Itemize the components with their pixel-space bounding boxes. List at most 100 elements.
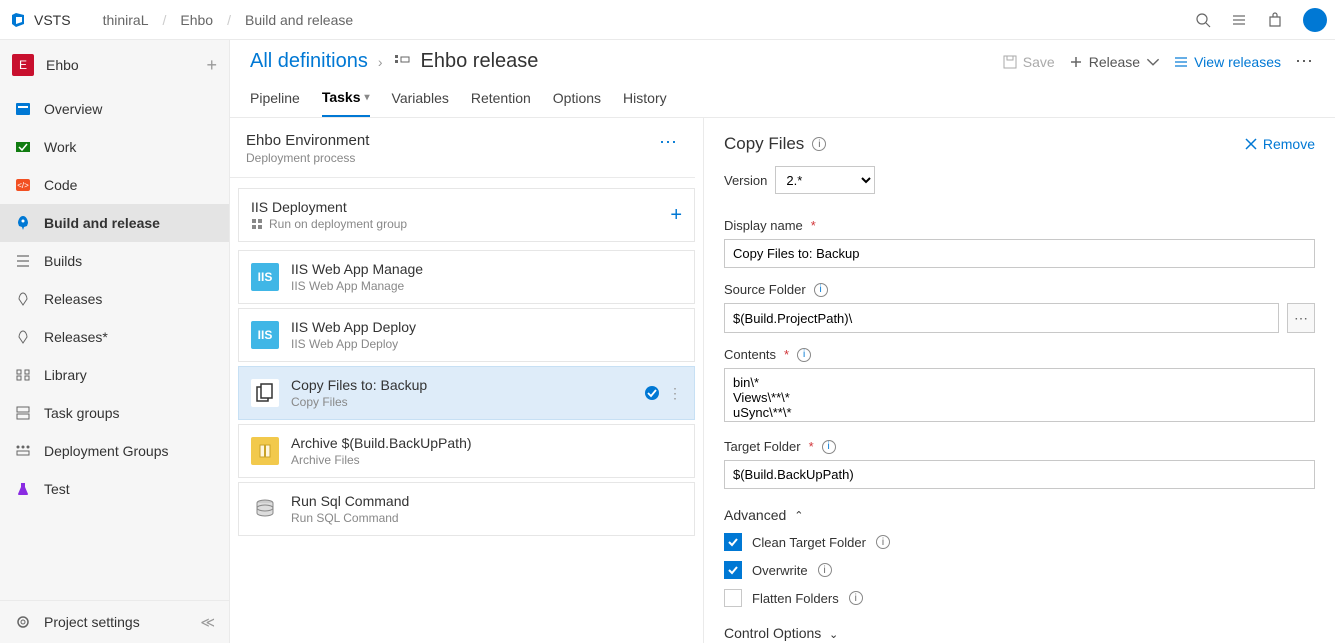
copy-files-icon xyxy=(251,379,279,407)
sidebar-item-label: Builds xyxy=(44,253,82,269)
collapse-icon[interactable]: ≪ xyxy=(200,614,215,631)
sidebar-item-library[interactable]: Library xyxy=(0,356,229,394)
chevron-right-icon: › xyxy=(378,54,383,70)
sidebar-item-label: Test xyxy=(44,481,70,497)
sidebar-item-releases[interactable]: Releases xyxy=(0,280,229,318)
source-folder-label: Source Folder i xyxy=(724,282,1315,297)
environment-header[interactable]: Ehbo Environment Deployment process ⋯ xyxy=(230,118,695,178)
clean-target-checkbox[interactable] xyxy=(724,533,742,551)
clean-target-label: Clean Target Folder xyxy=(752,535,866,550)
tab-bar: Pipeline Tasks▾ Variables Retention Opti… xyxy=(230,73,1335,118)
sidebar-item-work[interactable]: Work xyxy=(0,128,229,166)
code-icon: </> xyxy=(14,176,32,194)
breadcrumb-item[interactable]: Ehbo xyxy=(180,12,213,28)
project-header[interactable]: E Ehbo + xyxy=(0,40,229,90)
archive-icon xyxy=(251,437,279,465)
close-icon xyxy=(1245,138,1257,150)
sidebar-item-deployment-groups[interactable]: Deployment Groups xyxy=(0,432,229,470)
tab-options[interactable]: Options xyxy=(553,89,601,117)
search-icon[interactable] xyxy=(1195,12,1211,28)
environment-subtitle: Deployment process xyxy=(246,151,369,165)
sidebar-item-builds[interactable]: Builds xyxy=(0,242,229,280)
breadcrumb: thiniraL / Ehbo / Build and release xyxy=(103,12,354,28)
drag-handle-icon[interactable]: ⋮ xyxy=(668,385,682,402)
sidebar-item-releases-star[interactable]: Releases* xyxy=(0,318,229,356)
more-options-button[interactable]: ⋯ xyxy=(1295,51,1315,72)
tab-variables[interactable]: Variables xyxy=(392,89,449,117)
overwrite-label: Overwrite xyxy=(752,563,808,578)
deployment-groups-icon xyxy=(14,442,32,460)
list-icon[interactable] xyxy=(1231,12,1247,28)
display-name-input[interactable] xyxy=(724,239,1315,268)
info-icon[interactable]: i xyxy=(797,348,811,362)
add-task-button[interactable]: + xyxy=(670,204,682,227)
sidebar-item-test[interactable]: Test xyxy=(0,470,229,508)
group-icon xyxy=(251,218,263,230)
brand-label: VSTS xyxy=(34,12,71,28)
info-icon[interactable]: i xyxy=(814,283,828,297)
task-list-column: Ehbo Environment Deployment process ⋯ II… xyxy=(230,118,704,643)
info-icon[interactable]: i xyxy=(822,440,836,454)
version-label: Version xyxy=(724,173,767,188)
remove-task-button[interactable]: Remove xyxy=(1245,136,1315,152)
info-icon[interactable]: i xyxy=(818,563,832,577)
sidebar-item-label: Overview xyxy=(44,101,102,117)
list-icon xyxy=(1174,55,1188,69)
work-icon xyxy=(14,138,32,156)
info-icon[interactable]: i xyxy=(876,535,890,549)
sidebar-item-code[interactable]: </> Code xyxy=(0,166,229,204)
flatten-checkbox[interactable] xyxy=(724,589,742,607)
project-name: Ehbo xyxy=(46,57,79,73)
sidebar-item-label: Code xyxy=(44,177,77,193)
all-definitions-link[interactable]: All definitions xyxy=(250,50,368,73)
target-folder-input[interactable] xyxy=(724,460,1315,489)
task-item[interactable]: IIS IIS Web App Deploy IIS Web App Deplo… xyxy=(238,308,695,362)
release-button[interactable]: Release xyxy=(1069,54,1160,70)
advanced-section-toggle[interactable]: Advanced ⌃ xyxy=(724,507,1315,523)
display-name-label: Display name* xyxy=(724,218,1315,233)
project-settings[interactable]: Project settings ≪ xyxy=(0,601,229,643)
release-title: Ehbo release xyxy=(421,50,539,73)
rocket-small-icon xyxy=(14,328,32,346)
control-options-section-toggle[interactable]: Control Options ⌃ xyxy=(724,625,1315,641)
test-icon xyxy=(14,480,32,498)
view-releases-button[interactable]: View releases xyxy=(1174,54,1281,70)
plus-icon xyxy=(1069,55,1083,69)
gear-icon xyxy=(14,613,32,631)
browse-button[interactable]: ⋯ xyxy=(1287,303,1315,333)
tab-history[interactable]: History xyxy=(623,89,667,117)
chevron-up-icon: ⌃ xyxy=(794,509,803,522)
phase-card[interactable]: IIS Deployment Run on deployment group + xyxy=(238,188,695,242)
project-settings-label: Project settings xyxy=(44,614,140,630)
task-item[interactable]: Archive $(Build.BackUpPath) Archive File… xyxy=(238,424,695,478)
task-item[interactable]: IIS IIS Web App Manage IIS Web App Manag… xyxy=(238,250,695,304)
sidebar: E Ehbo + Overview Work </> Code Build an… xyxy=(0,40,230,643)
save-button[interactable]: Save xyxy=(1003,54,1055,70)
tab-tasks[interactable]: Tasks▾ xyxy=(322,89,370,117)
breadcrumb-item[interactable]: thiniraL xyxy=(103,12,149,28)
sidebar-item-overview[interactable]: Overview xyxy=(0,90,229,128)
rocket-icon xyxy=(14,214,32,232)
source-folder-input[interactable] xyxy=(724,303,1279,333)
sidebar-item-build-release[interactable]: Build and release xyxy=(0,204,229,242)
tab-retention[interactable]: Retention xyxy=(471,89,531,117)
task-item-selected[interactable]: Copy Files to: Backup Copy Files ⋮ xyxy=(238,366,695,420)
version-select[interactable]: 2.* xyxy=(775,166,875,194)
contents-textarea[interactable]: bin\* Views\**\* uSync\**\* xyxy=(724,368,1315,422)
contents-label: Contents* i xyxy=(724,347,1315,362)
environment-more-button[interactable]: ⋯ xyxy=(659,132,679,153)
info-icon[interactable]: i xyxy=(849,591,863,605)
task-props-title: Copy Files xyxy=(724,134,804,154)
add-project-button[interactable]: + xyxy=(206,55,217,76)
breadcrumb-item[interactable]: Build and release xyxy=(245,12,353,28)
info-icon[interactable]: i xyxy=(812,137,826,151)
tab-pipeline[interactable]: Pipeline xyxy=(250,89,300,117)
user-avatar[interactable] xyxy=(1303,8,1327,32)
library-icon xyxy=(14,366,32,384)
task-item[interactable]: Run Sql Command Run SQL Command xyxy=(238,482,695,536)
sidebar-item-label: Work xyxy=(44,139,76,155)
sidebar-item-task-groups[interactable]: Task groups xyxy=(0,394,229,432)
release-pipeline-icon xyxy=(393,52,411,70)
overwrite-checkbox[interactable] xyxy=(724,561,742,579)
bag-icon[interactable] xyxy=(1267,12,1283,28)
